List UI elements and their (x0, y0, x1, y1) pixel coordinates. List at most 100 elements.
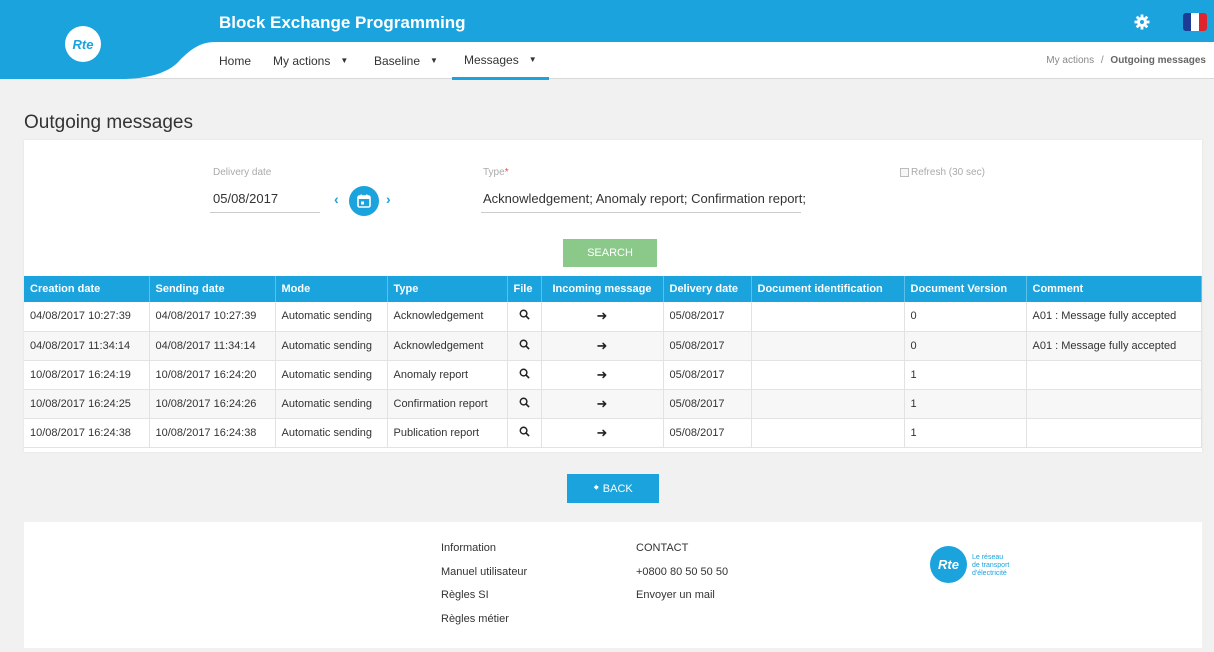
table-row: 10/08/2017 16:24:25 10/08/2017 16:24:26 Au… (24, 389, 1202, 419)
nav-home-label: Home (219, 53, 252, 68)
table-cell (751, 418, 905, 448)
table-cell: 10/08/2017 16:24:26 (149, 389, 276, 419)
search-icon[interactable] (519, 309, 530, 320)
cell-file (507, 389, 542, 419)
cell-incoming-message: ➜ (541, 389, 664, 419)
col-comment[interactable]: Comment (1026, 276, 1202, 302)
footer-information[interactable]: Information (441, 542, 496, 554)
messages-table: Creation date Sending date Mode Type Fil… (24, 276, 1202, 448)
arrow-right-icon[interactable]: ➜ (597, 308, 608, 323)
flag-blue-stripe (1183, 13, 1191, 31)
refresh-checkbox[interactable] (900, 168, 909, 177)
caret-down-icon: ▼ (528, 55, 537, 64)
table-cell: 05/08/2017 (663, 418, 752, 448)
table-cell (751, 331, 905, 361)
col-creation-date[interactable]: Creation date (24, 276, 150, 302)
table-cell: Acknowledgement (387, 302, 508, 332)
calendar-button[interactable] (349, 186, 379, 216)
nav-my-actions[interactable]: My actions ▼ (273, 42, 348, 79)
col-delivery-date[interactable]: Delivery date (663, 276, 752, 302)
calendar-icon (357, 194, 371, 208)
search-icon[interactable] (519, 368, 530, 379)
footer-tagline-line: d'électricité (972, 570, 1007, 577)
col-document-version[interactable]: Document Version (904, 276, 1027, 302)
nav-messages[interactable]: Messages ▼ (452, 42, 549, 80)
delivery-date-underline (210, 212, 320, 213)
table-cell: 10/08/2017 16:24:19 (24, 360, 150, 390)
table-cell: 10/08/2017 16:24:25 (24, 389, 150, 419)
search-button[interactable]: SEARCH (563, 239, 657, 267)
arrow-right-icon[interactable]: ➜ (597, 396, 608, 411)
col-sending-date[interactable]: Sending date (149, 276, 276, 302)
col-file[interactable]: File (507, 276, 542, 302)
refresh-toggle[interactable]: Refresh (30 sec) (900, 167, 985, 178)
nav-my-actions-label: My actions (273, 53, 331, 68)
arrow-right-icon[interactable]: ➜ (597, 367, 608, 382)
rte-logo[interactable]: Rte (65, 26, 101, 62)
gear-icon[interactable] (1134, 14, 1150, 30)
type-underline (481, 212, 801, 213)
caret-down-icon: ▼ (340, 56, 349, 65)
back-label: BACK (602, 482, 633, 495)
col-type[interactable]: Type (387, 276, 508, 302)
breadcrumb-parent[interactable]: My actions (1046, 55, 1094, 66)
page-title: Outgoing messages (24, 112, 193, 133)
table-row: 04/08/2017 11:34:14 04/08/2017 11:34:14 Au… (24, 331, 1202, 361)
app-title: Block Exchange Programming (219, 13, 466, 32)
delivery-date-input[interactable]: 05/08/2017 (213, 191, 278, 206)
table-cell: 05/08/2017 (663, 302, 752, 332)
type-label-text: Type (483, 167, 505, 178)
cell-incoming-message: ➜ (541, 418, 664, 448)
back-button[interactable]: 🠸 BACK (567, 474, 659, 503)
table-cell: Publication report (387, 418, 508, 448)
footer-tagline-line: Le réseau (972, 554, 1004, 561)
table-cell: A01 : Message fully accepted (1026, 302, 1202, 332)
table-cell (1026, 360, 1202, 390)
flag-white-stripe (1191, 13, 1199, 31)
table-cell (751, 360, 905, 390)
nav-baseline[interactable]: Baseline ▼ (374, 42, 438, 79)
table-cell: 05/08/2017 (663, 389, 752, 419)
cell-incoming-message: ➜ (541, 302, 664, 332)
cell-file (507, 331, 542, 361)
flag-fr-icon[interactable] (1183, 13, 1207, 31)
refresh-label: Refresh (30 sec) (911, 167, 985, 178)
cell-file (507, 418, 542, 448)
chevron-right-icon[interactable]: › (386, 191, 391, 207)
breadcrumb-current: Outgoing messages (1110, 55, 1206, 66)
table-cell: Automatic sending (275, 302, 388, 332)
footer-rte-logo: Rte (930, 546, 967, 583)
col-mode[interactable]: Mode (275, 276, 388, 302)
footer-mail-link[interactable]: Envoyer un mail (636, 589, 715, 601)
table-cell: 04/08/2017 11:34:14 (24, 331, 150, 361)
table-cell: 0 (904, 331, 1027, 361)
search-icon[interactable] (519, 397, 530, 408)
footer (24, 522, 1202, 648)
table-cell: 1 (904, 360, 1027, 390)
table-cell: 05/08/2017 (663, 331, 752, 361)
col-incoming-message[interactable]: Incoming message (541, 276, 664, 302)
col-document-identification[interactable]: Document identification (751, 276, 905, 302)
search-icon[interactable] (519, 339, 530, 350)
arrow-right-icon[interactable]: ➜ (597, 338, 608, 353)
nav-home[interactable]: Home (219, 42, 251, 79)
breadcrumb: My actions / Outgoing messages (1046, 55, 1206, 66)
search-icon[interactable] (519, 426, 530, 437)
table-cell: Acknowledgement (387, 331, 508, 361)
table-cell: 0 (904, 302, 1027, 332)
footer-regles-metier-link[interactable]: Règles métier (441, 613, 509, 625)
footer-regles-si-link[interactable]: Règles SI (441, 589, 489, 601)
table-cell: A01 : Message fully accepted (1026, 331, 1202, 361)
table-cell: 10/08/2017 16:24:38 (149, 418, 276, 448)
footer-manual-link[interactable]: Manuel utilisateur (441, 566, 527, 578)
chevron-left-icon[interactable]: ‹ (334, 191, 339, 207)
logo-wave (0, 0, 215, 79)
table-row: 10/08/2017 16:24:19 10/08/2017 16:24:20 Au… (24, 360, 1202, 390)
footer-tagline: Le réseau de transport d'électricité (972, 554, 1009, 578)
table-cell: 10/08/2017 16:24:38 (24, 418, 150, 448)
cell-file (507, 360, 542, 390)
breadcrumb-separator: / (1100, 55, 1104, 66)
delivery-date-label: Delivery date (213, 167, 272, 178)
arrow-right-icon[interactable]: ➜ (597, 425, 608, 440)
type-select[interactable]: Acknowledgement; Anomaly report; Confirm… (483, 191, 806, 206)
